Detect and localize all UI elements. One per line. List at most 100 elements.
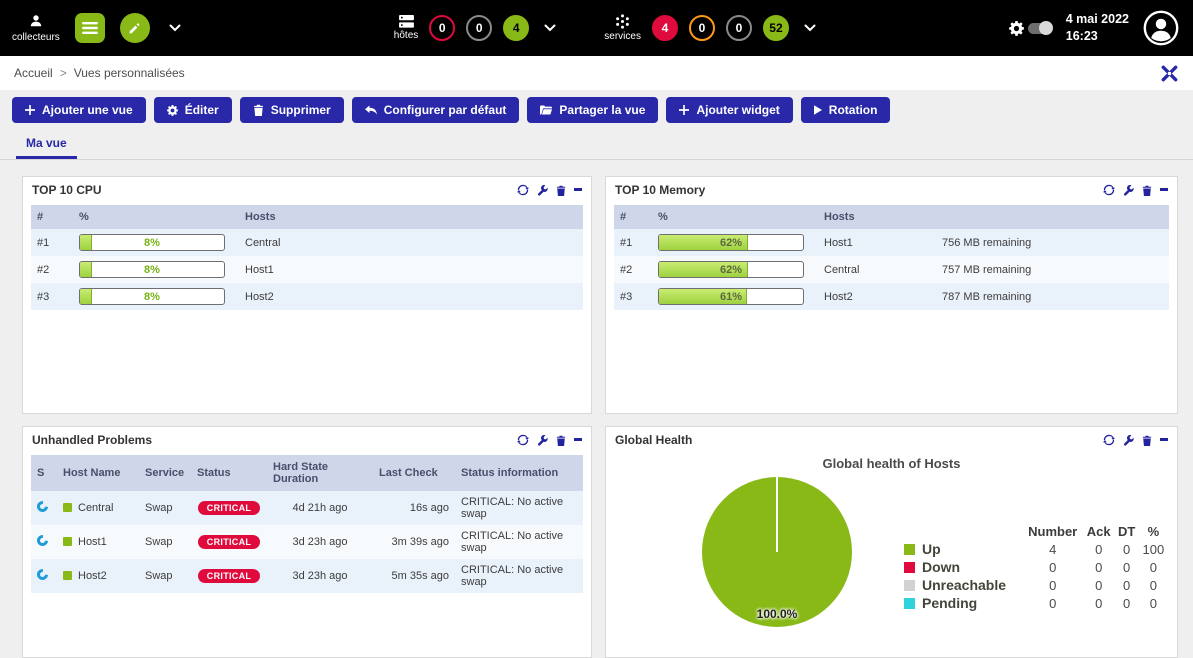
widget-title: Unhandled Problems xyxy=(32,433,152,447)
button-label: Partager la vue xyxy=(559,103,645,117)
legend-header: Ack xyxy=(1083,523,1115,540)
services-critical-counter[interactable]: 4 xyxy=(652,15,678,41)
rank-cell: #3 xyxy=(31,283,73,310)
plus-icon xyxy=(679,105,689,115)
minimize-icon[interactable] xyxy=(1160,188,1168,192)
host-cell: Host2 xyxy=(818,283,936,310)
pie-legend: Number Ack DT % Up 4 0 0 100 Down 0 xyxy=(902,523,1168,612)
legend-row: Up 4 0 0 100 xyxy=(902,540,1168,558)
breadcrumb: Accueil > Vues personnalisées xyxy=(14,66,185,80)
minimize-icon[interactable] xyxy=(574,438,582,442)
hosts-status-group: hôtes 0 0 4 xyxy=(394,15,560,41)
host-cell[interactable]: Host2 xyxy=(57,559,139,593)
status-badge: CRITICAL xyxy=(198,569,260,583)
gear-icon xyxy=(1009,21,1024,36)
gear-icon xyxy=(167,105,178,116)
status-badge: CRITICAL xyxy=(198,501,260,515)
trash-icon[interactable] xyxy=(1142,185,1152,196)
pencil-icon xyxy=(128,22,141,35)
hosts-unreachable-counter[interactable]: 0 xyxy=(466,15,492,41)
cpu-progress-bar: 8% xyxy=(79,261,225,278)
widget-title: Global Health xyxy=(615,433,692,447)
column-header: Hard State Duration xyxy=(267,455,373,491)
add-view-button[interactable]: Ajouter une vue xyxy=(12,97,146,123)
crossed-tools-icon xyxy=(1160,64,1179,83)
refresh-icon[interactable] xyxy=(1103,184,1115,196)
set-default-button[interactable]: Configurer par défaut xyxy=(352,97,520,123)
table-row: Central Swap CRITICAL 4d 21h ago 16s ago… xyxy=(31,491,583,525)
button-label: Configurer par défaut xyxy=(384,103,507,117)
poller-list-icon[interactable] xyxy=(75,13,105,43)
pollers-chevron-down-icon[interactable] xyxy=(165,20,185,36)
widget-unhandled-problems: Unhandled Problems S Host Name Service S… xyxy=(22,426,592,658)
user-avatar[interactable] xyxy=(1143,10,1179,46)
refresh-icon[interactable] xyxy=(517,184,529,196)
pie-slice-label: 100.0% xyxy=(757,607,798,621)
clock-time: 16:23 xyxy=(1066,28,1129,45)
services-menu[interactable]: services xyxy=(604,14,641,42)
poller-config-button[interactable] xyxy=(120,13,150,43)
wrench-icon[interactable] xyxy=(1123,185,1134,196)
column-header: Hosts xyxy=(818,205,936,229)
breadcrumb-current[interactable]: Vues personnalisées xyxy=(74,66,185,80)
hosts-up-counter[interactable]: 4 xyxy=(503,15,529,41)
host-up-square-icon xyxy=(63,571,72,580)
view-toolbar: Ajouter une vue Éditer Supprimer Configu… xyxy=(0,90,1193,128)
table-row: Host2 Swap CRITICAL 3d 23h ago 5m 35s ag… xyxy=(31,559,583,593)
host-cell[interactable]: Central xyxy=(57,491,139,525)
add-widget-button[interactable]: Ajouter widget xyxy=(666,97,792,123)
cpu-progress-bar: 8% xyxy=(79,234,225,251)
wrench-icon[interactable] xyxy=(537,435,548,446)
service-cell[interactable]: Swap xyxy=(139,525,191,559)
button-label: Éditer xyxy=(185,103,219,117)
memory-progress-bar: 61% xyxy=(658,288,804,305)
trash-icon[interactable] xyxy=(556,435,566,446)
centreon-service-icon xyxy=(35,567,50,582)
column-header: Service xyxy=(139,455,191,491)
column-header: # xyxy=(31,205,73,229)
last-check-cell: 16s ago xyxy=(373,491,455,525)
services-warning-counter[interactable]: 0 xyxy=(689,15,715,41)
host-cell: Central xyxy=(818,256,936,283)
tab-ma-vue[interactable]: Ma vue xyxy=(16,130,77,159)
services-unknown-counter[interactable]: 0 xyxy=(726,15,752,41)
table-row: #1 62% Host1 756 MB remaining xyxy=(614,229,1169,256)
trash-icon[interactable] xyxy=(556,185,566,196)
pollers-menu[interactable]: collecteurs xyxy=(12,14,60,43)
breadcrumb-separator: > xyxy=(60,66,67,80)
refresh-icon[interactable] xyxy=(517,434,529,446)
hosts-chevron-down-icon[interactable] xyxy=(540,20,560,36)
minimize-icon[interactable] xyxy=(1160,438,1168,442)
last-check-cell: 3m 39s ago xyxy=(373,525,455,559)
widget-global-health: Global Health Global health of Hosts 100… xyxy=(605,426,1178,658)
wrench-icon[interactable] xyxy=(1123,435,1134,446)
hamburger-icon xyxy=(82,22,98,34)
rank-cell: #1 xyxy=(614,229,652,256)
legend-row: Unreachable 0 0 0 0 xyxy=(902,576,1168,594)
duration-cell: 3d 23h ago xyxy=(267,559,373,593)
share-view-button[interactable]: Partager la vue xyxy=(527,97,658,123)
edit-view-button[interactable]: Éditer xyxy=(154,97,232,123)
delete-view-button[interactable]: Supprimer xyxy=(240,97,344,123)
services-chevron-down-icon[interactable] xyxy=(800,20,820,36)
service-cell[interactable]: Swap xyxy=(139,491,191,525)
service-cell[interactable]: Swap xyxy=(139,559,191,593)
host-cell: Central xyxy=(239,229,583,256)
rotation-button[interactable]: Rotation xyxy=(801,97,891,123)
trash-icon[interactable] xyxy=(1142,435,1152,446)
page-tools-button[interactable] xyxy=(1160,64,1179,83)
column-header: S xyxy=(31,455,57,491)
minimize-icon[interactable] xyxy=(574,188,582,192)
wrench-icon[interactable] xyxy=(537,185,548,196)
host-cell: Host2 xyxy=(239,283,583,310)
pending-color-swatch xyxy=(904,598,915,609)
hosts-down-counter[interactable]: 0 xyxy=(429,15,455,41)
breadcrumb-home[interactable]: Accueil xyxy=(14,66,53,80)
host-cell[interactable]: Host1 xyxy=(57,525,139,559)
rank-cell: #2 xyxy=(614,256,652,283)
services-ok-counter[interactable]: 52 xyxy=(763,15,789,41)
hosts-menu[interactable]: hôtes xyxy=(394,15,418,41)
refresh-icon[interactable] xyxy=(1103,434,1115,446)
theme-toggle[interactable] xyxy=(1009,21,1052,36)
memory-progress-bar: 62% xyxy=(658,261,804,278)
